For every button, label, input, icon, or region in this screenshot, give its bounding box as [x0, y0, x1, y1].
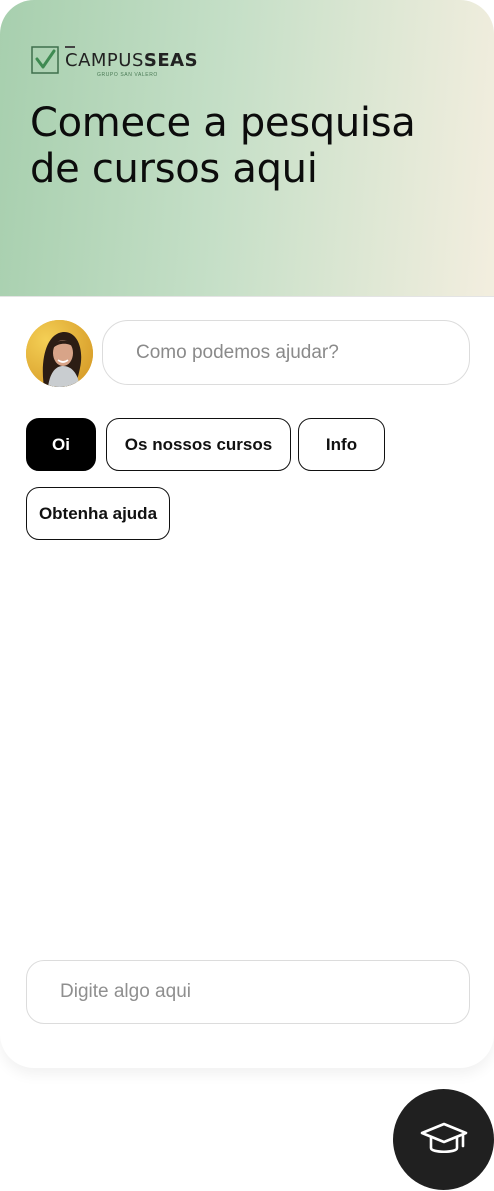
message-input[interactable] — [26, 960, 470, 1024]
logo-wordmark-light: CAMPUS — [65, 50, 144, 71]
chat-widget: CAMPUSSEAS GRUPO SAN VALERO Comece a pes… — [0, 0, 494, 1068]
assistant-greeting-bubble: Como podemos ajudar? — [102, 320, 470, 385]
chip-info[interactable]: Info — [298, 418, 385, 471]
agent-photo — [26, 320, 93, 387]
assistant-greeting-text: Como podemos ajudar? — [136, 341, 339, 363]
header-divider — [0, 296, 494, 297]
chat-header: CAMPUSSEAS GRUPO SAN VALERO Comece a pes… — [0, 0, 494, 296]
logo-accent-bar — [65, 46, 75, 48]
checkmark-logo-icon — [31, 46, 59, 74]
chat-launcher-button[interactable] — [393, 1089, 494, 1190]
chip-oi[interactable]: Oi — [26, 418, 96, 471]
chip-obtenha-ajuda[interactable]: Obtenha ajuda — [26, 487, 170, 540]
page-title: Comece a pesquisa de cursos aqui — [30, 100, 416, 192]
logo-wordmark-bold: SEAS — [143, 50, 199, 71]
chip-os-nossos-cursos[interactable]: Os nossos cursos — [106, 418, 291, 471]
agent-avatar — [26, 320, 93, 387]
logo-wordmark: CAMPUSSEAS — [65, 50, 198, 71]
logo-subtitle: GRUPO SAN VALERO — [97, 72, 158, 78]
graduation-cap-icon — [420, 1122, 467, 1153]
